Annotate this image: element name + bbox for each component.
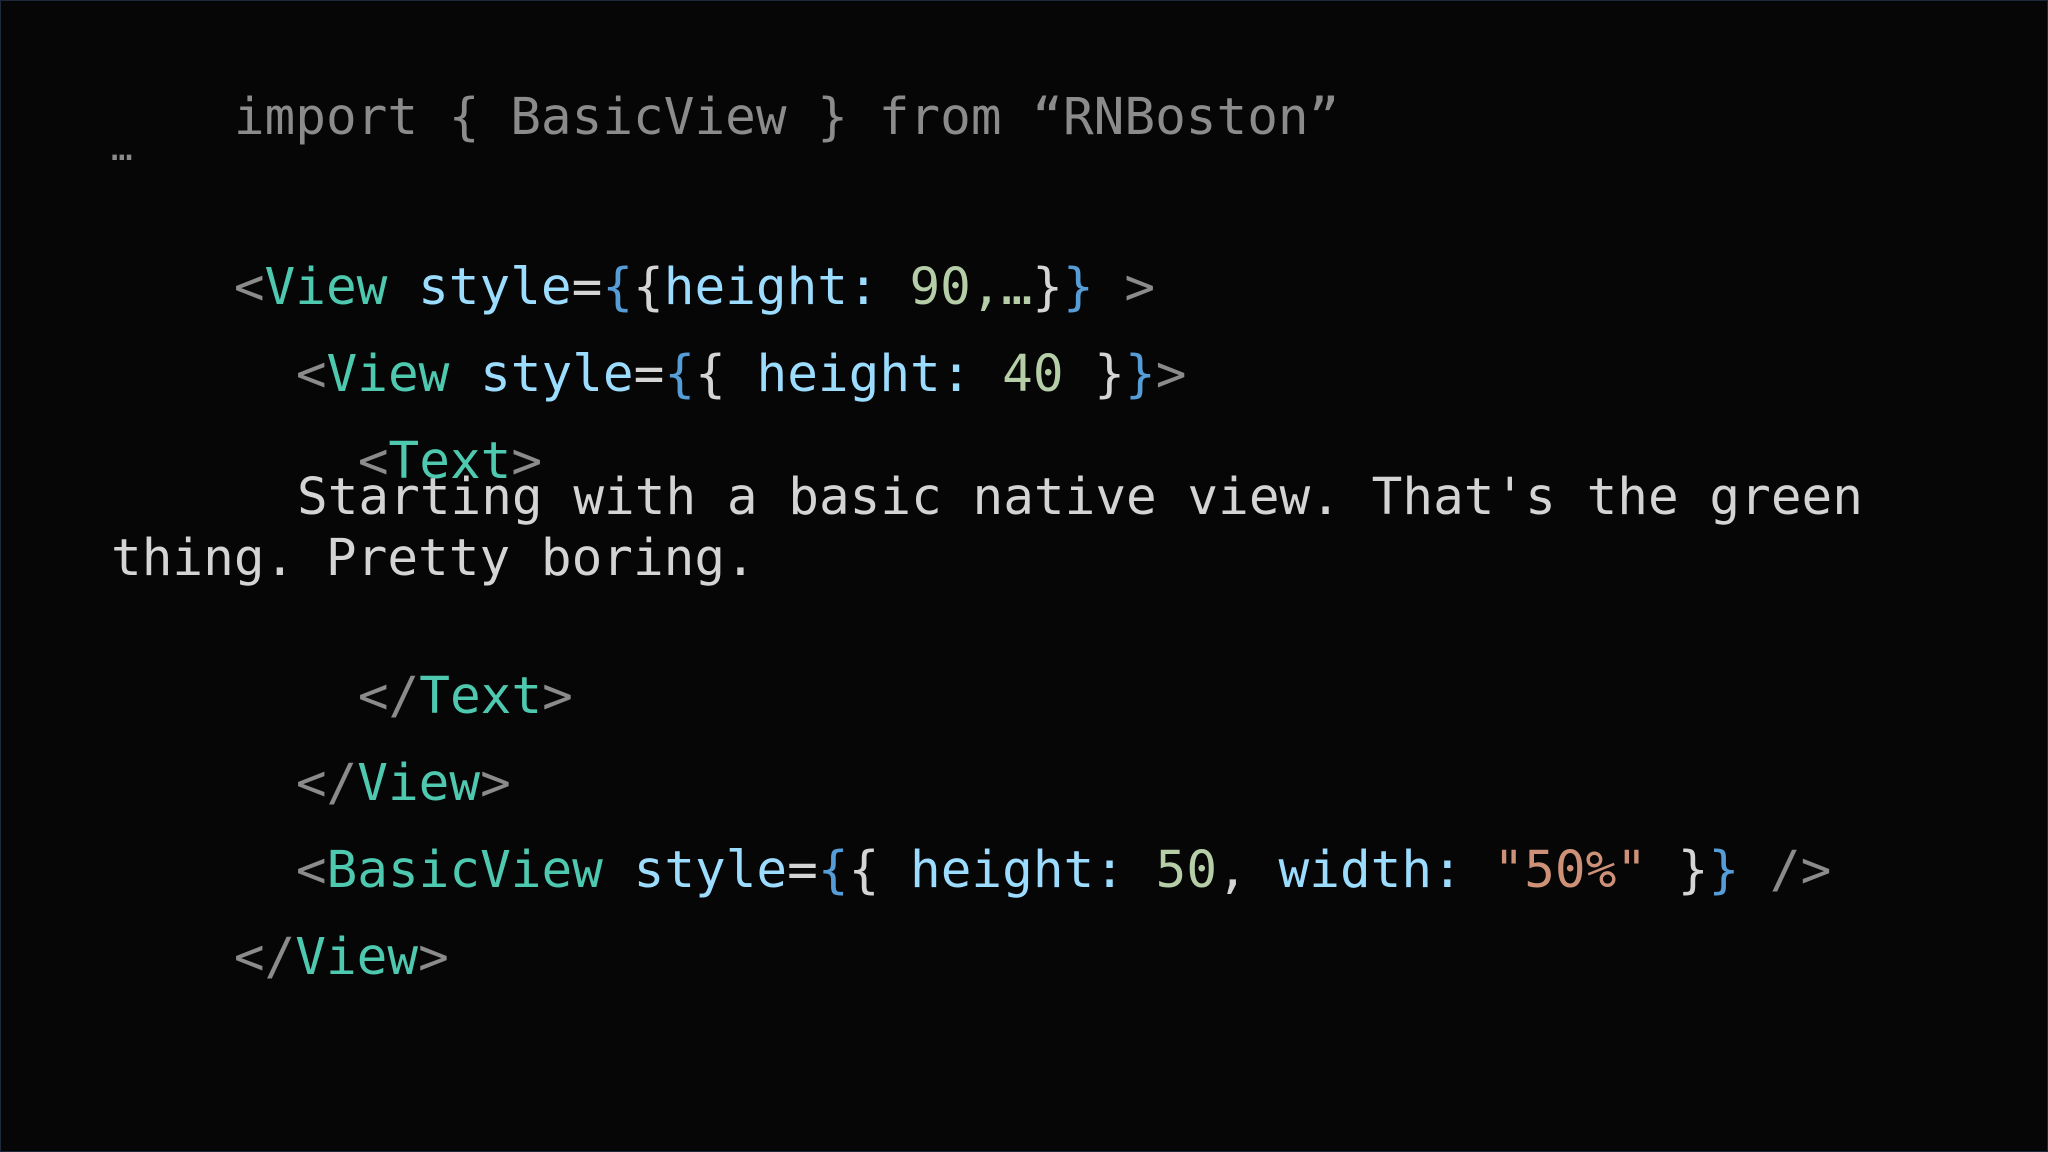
text-close-gt: > [542,667,573,726]
import-keyword: import [233,88,419,147]
import-name: BasicView [510,88,787,147]
inner-view-eq: = [633,345,665,404]
inner-view-brace-close: } [1125,345,1156,404]
ellipsis-line: … [111,128,133,169]
basic-view-eq: = [787,841,818,900]
text-content-line-2: thing. Pretty boring. [111,529,756,588]
view-close-gt: > [418,928,449,987]
inner-view-gt: > [1155,345,1187,404]
inner-view-inner-open: { [695,345,726,404]
module-string: “RNBoston” [1032,88,1340,147]
basic-view-height-key: height: [910,841,1125,900]
basic-view-inner-open: { [848,841,880,900]
from-keyword: from [878,88,1002,147]
basic-view-width-value: "50%" [1493,841,1648,900]
basic-view-brace-close: } [1708,841,1740,900]
basic-view-height-value: 50 [1155,841,1218,900]
basic-view-style-attr: style [633,841,788,900]
basic-view-width-key: width: [1278,841,1463,900]
code-slide: import { BasicView } from “RNBoston” … <… [0,0,2048,1152]
inner-view-inner-close: } [1094,345,1126,404]
inner-view-height-value: 40 [1002,345,1064,404]
basic-view-inner-close: } [1677,841,1709,900]
inner-view-brace-open: { [664,345,696,404]
view-close-line: </View> [111,881,449,1034]
basic-view-self-close: /> [1769,841,1832,900]
inner-view-height-key: height: [756,345,972,404]
import-open-brace: { [448,88,480,147]
import-line: import { BasicView } from “RNBoston” [111,41,1339,194]
view-close-lt: </ [233,928,296,987]
basic-view-comma: , [1217,841,1248,900]
basic-view-brace-open: { [817,841,849,900]
import-close-brace: } [817,88,848,147]
view-close-tag: View [295,928,419,987]
text-content-line-1: Starting with a basic native view. That'… [297,468,1863,527]
